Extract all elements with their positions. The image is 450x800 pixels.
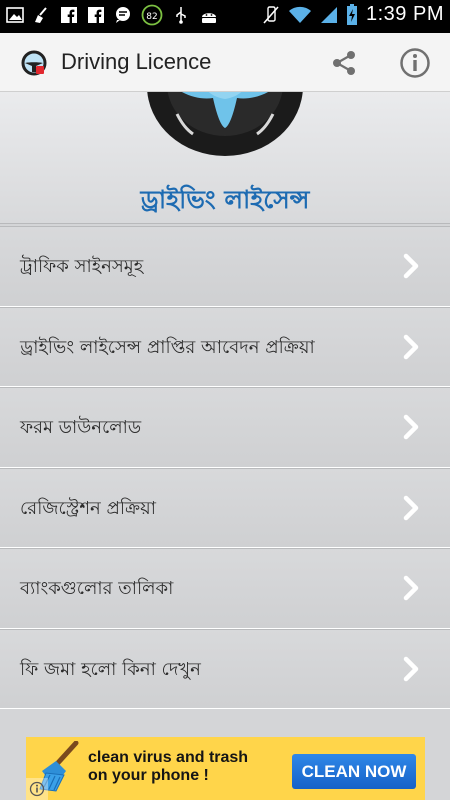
status-bar: 82 1:39 PM (0, 0, 450, 33)
chevron-right-icon (403, 334, 419, 359)
ad-info-icon[interactable] (26, 778, 48, 800)
menu-item-label: ফি জমা হলো কিনা দেখুন (20, 658, 201, 680)
facebook-icon (87, 5, 105, 25)
steering-wheel-logo (147, 92, 303, 156)
menu-item-registration-process[interactable]: রেজিস্ট্রেশন প্রক্রিয়া (0, 467, 450, 548)
menu-item-label: ব্যাংকগুলোর তালিকা (20, 578, 174, 599)
ad-text-line2: on your phone ! (88, 767, 209, 784)
chevron-right-icon (403, 495, 419, 520)
signal-icon (320, 5, 338, 25)
app-header: ড্রাইভিং লাইসেন্স (0, 92, 450, 224)
share-button[interactable] (326, 46, 362, 80)
wifi-icon (288, 5, 312, 25)
menu-item-bank-list[interactable]: ব্যাংকগুলোর তালিকা (0, 548, 450, 629)
menu-item-label: রেজিস্ট্রেশন প্রক্রিয়া (20, 497, 156, 519)
chevron-right-icon (403, 414, 419, 440)
action-bar: Driving Licence (0, 33, 450, 92)
usb-icon (172, 5, 190, 25)
ad-text: clean virus and trash on your phone ! (88, 749, 248, 785)
chevron-right-icon (403, 575, 419, 601)
info-button[interactable] (396, 46, 434, 80)
clock: 1:39 PM (366, 3, 444, 26)
menu-item-label: ড্রাইভিং লাইসেন্স প্রাপ্তির আবেদন প্রক্র… (20, 336, 315, 358)
menu-item-fee-check[interactable]: ফি জমা হলো কিনা দেখুন (0, 628, 450, 709)
ad-text-line1: clean virus and trash (88, 749, 249, 766)
menu-list: ট্রাফিক সাইনসমূহ ড্রাইভিং লাইসেন্স প্রাপ… (0, 226, 450, 709)
menu-item-form-download[interactable]: ফরম ডাউনলোড (0, 387, 450, 468)
chevron-right-icon (403, 656, 419, 681)
clock-time: 1:39 (366, 3, 407, 25)
app-title: Driving Licence (61, 49, 212, 74)
system-icons: 1:39 PM (262, 3, 444, 26)
menu-item-traffic-signs[interactable]: ট্রাফিক সাইনসমূহ (0, 226, 450, 307)
battery-icon (346, 3, 358, 25)
clean-now-button[interactable]: CLEAN NOW (292, 754, 416, 789)
steering-wheel-icon (21, 50, 47, 76)
android-icon (199, 5, 219, 25)
chevron-right-icon (403, 253, 419, 279)
broom-icon (33, 5, 51, 25)
header-title: ড্রাইভিং লাইসেন্স (140, 185, 310, 214)
menu-item-label: ফরম ডাউনলোড (20, 417, 142, 438)
battery-percent-text: 82 (146, 12, 157, 22)
facebook-icon (60, 5, 78, 25)
ad-banner[interactable]: clean virus and trash on your phone ! CL… (26, 737, 425, 800)
gallery-icon (6, 5, 24, 25)
menu-item-application-process[interactable]: ড্রাইভিং লাইসেন্স প্রাপ্তির আবেদন প্রক্র… (0, 306, 450, 387)
speed-icon: 82 (141, 4, 163, 26)
menu-item-label: ট্রাফিক সাইনসমূহ (20, 256, 144, 277)
notification-icons: 82 (6, 4, 219, 26)
clock-suffix: PM (413, 3, 444, 25)
share-icon (333, 51, 355, 75)
mute-icon (262, 5, 280, 25)
info-icon (400, 48, 430, 78)
chat-icon (114, 5, 132, 25)
